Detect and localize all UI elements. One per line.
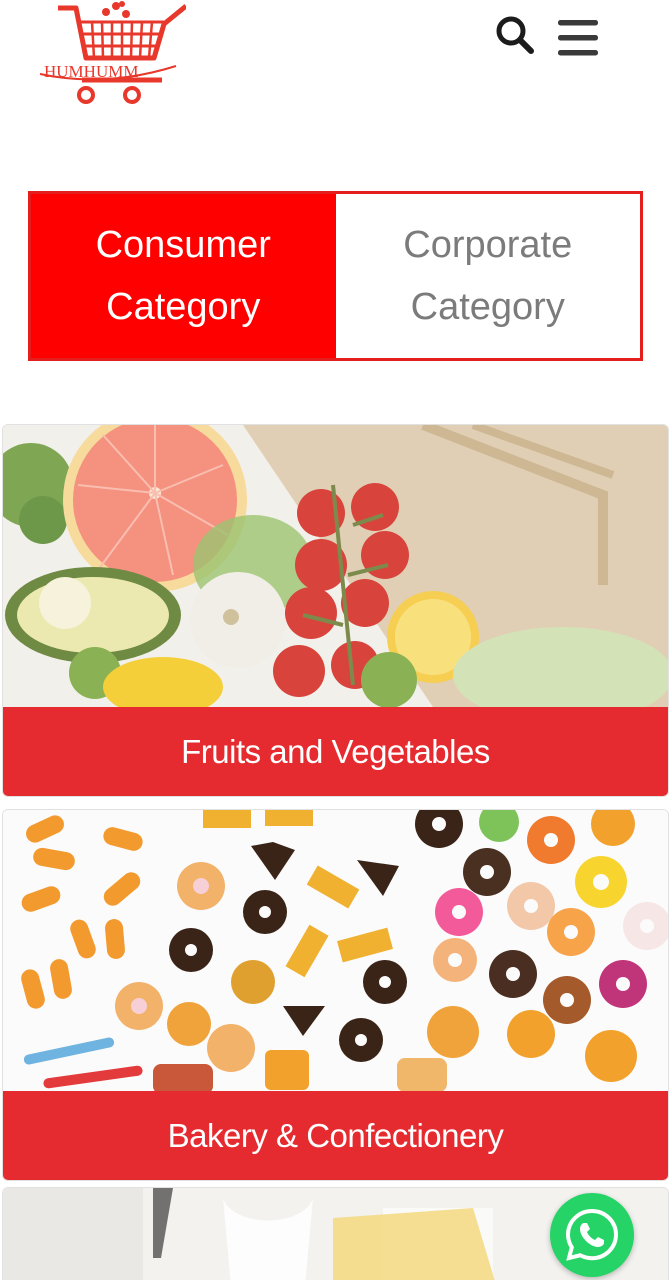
header: HUMHUMM	[0, 0, 671, 120]
logo-text: HUMHUMM	[44, 62, 139, 81]
category-label: Bakery & Confectionery	[3, 1091, 668, 1180]
bakery-confectionery-photo	[3, 810, 668, 1091]
tab-corporate-line2: Category	[410, 286, 565, 328]
tab-corporate-line1: Corporate	[403, 224, 573, 266]
tab-consumer-line1: Consumer	[95, 224, 271, 266]
category-card-bakery-confectionery[interactable]: Bakery & Confectionery	[2, 809, 669, 1181]
search-button[interactable]	[494, 14, 536, 56]
tab-corporate-category[interactable]: Corporate Category	[335, 194, 640, 358]
whatsapp-chat-button[interactable]	[550, 1193, 634, 1277]
tab-consumer-line2: Category	[106, 286, 261, 328]
whatsapp-icon	[565, 1208, 619, 1261]
hamburger-menu-icon	[558, 20, 598, 56]
category-label: Fruits and Vegetables	[3, 707, 668, 796]
search-icon	[496, 16, 534, 54]
category-card-fruits-vegetables[interactable]: Fruits and Vegetables	[2, 424, 669, 797]
category-tabs: Consumer Category Corporate Category	[28, 191, 643, 361]
fruits-vegetables-photo	[3, 425, 668, 707]
humhumm-logo[interactable]: HUMHUMM	[36, 0, 188, 110]
shopping-cart-logo-icon	[39, 1, 188, 104]
tab-consumer-category[interactable]: Consumer Category	[31, 194, 336, 358]
hamburger-menu-button[interactable]	[554, 16, 602, 60]
